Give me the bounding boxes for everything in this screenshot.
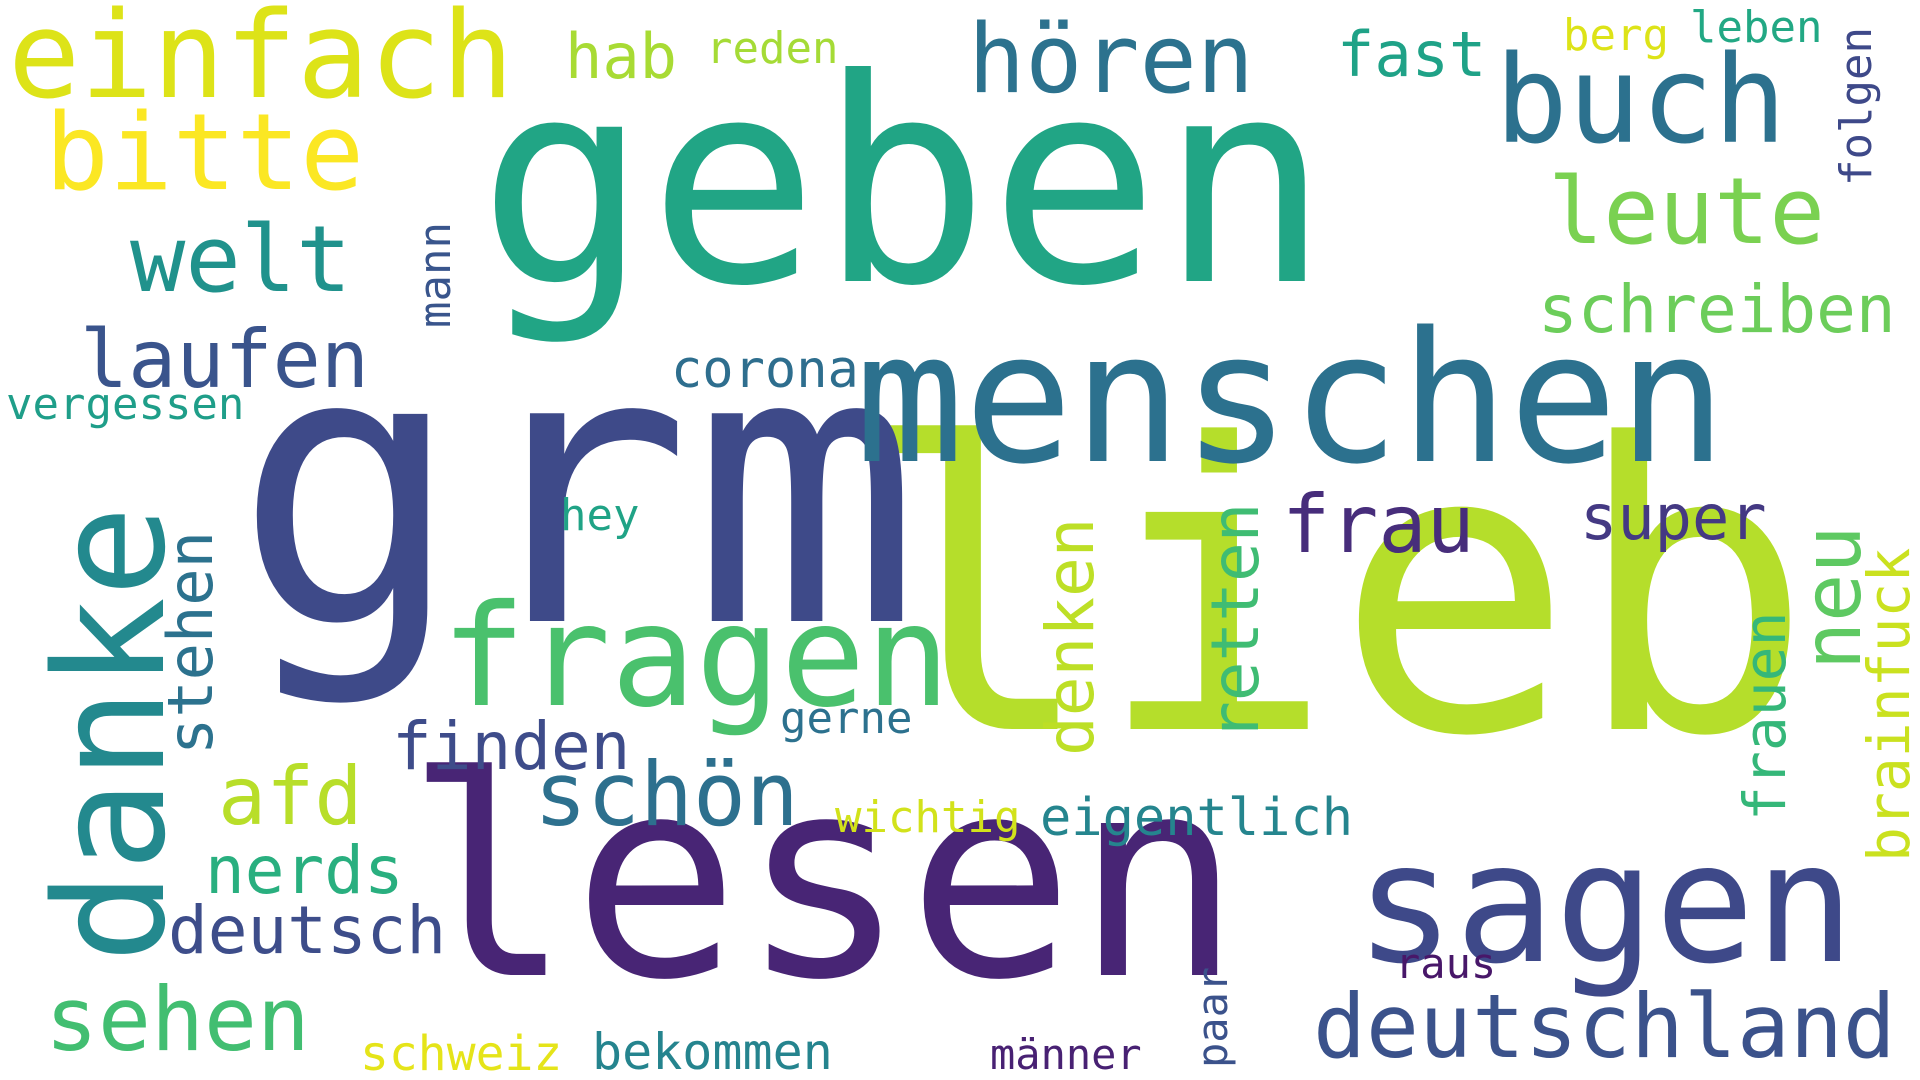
word-wichtig: wichtig (835, 792, 1021, 843)
word-mann: mann (410, 222, 461, 328)
word-berg: berg (1563, 10, 1669, 61)
word-reden: reden (706, 23, 839, 74)
word-schreiben: schreiben (1538, 271, 1896, 348)
word-afd: afd (218, 750, 363, 843)
word-paar: paar (1188, 966, 1237, 1068)
word-retten: retten (1197, 502, 1274, 741)
word-hören: hören (968, 5, 1254, 115)
word-männer: männer (990, 1030, 1142, 1079)
word-fast: fast (1337, 18, 1487, 91)
word-frau: frau (1282, 478, 1475, 571)
word-corona: corona (671, 340, 859, 400)
word-folgen: folgen (1831, 27, 1882, 186)
word-gerne: gerne (780, 693, 913, 744)
word-hab: hab (565, 20, 677, 93)
word-leben: leben (1690, 2, 1823, 53)
word-bekommen: bekommen (592, 1023, 833, 1080)
word-deutsch: deutsch (168, 892, 447, 969)
word-leute: leute (1548, 158, 1825, 265)
word-eigentlich: eigentlich (1040, 788, 1354, 848)
word-bitte: bitte (45, 91, 365, 214)
word-brainfuck: brainfuck (1855, 547, 1920, 862)
word-deutschland: deutschland (1313, 975, 1896, 1078)
word-frauen: frauen (1731, 611, 1799, 821)
word-raus: raus (1395, 939, 1497, 988)
word-vergessen: vergessen (6, 379, 245, 430)
word-sehen: sehen (45, 968, 310, 1071)
word-schweiz: schweiz (360, 1026, 563, 1080)
word-finden: finden (392, 708, 631, 785)
word-cloud: lieb grm geben lesen menschen sagen frag… (0, 0, 1920, 1080)
word-denken: denken (1032, 517, 1109, 756)
word-super: super (1580, 481, 1767, 554)
word-stehen: stehen (154, 531, 227, 755)
word-hey: hey (560, 490, 640, 541)
word-welt: welt (130, 206, 352, 313)
